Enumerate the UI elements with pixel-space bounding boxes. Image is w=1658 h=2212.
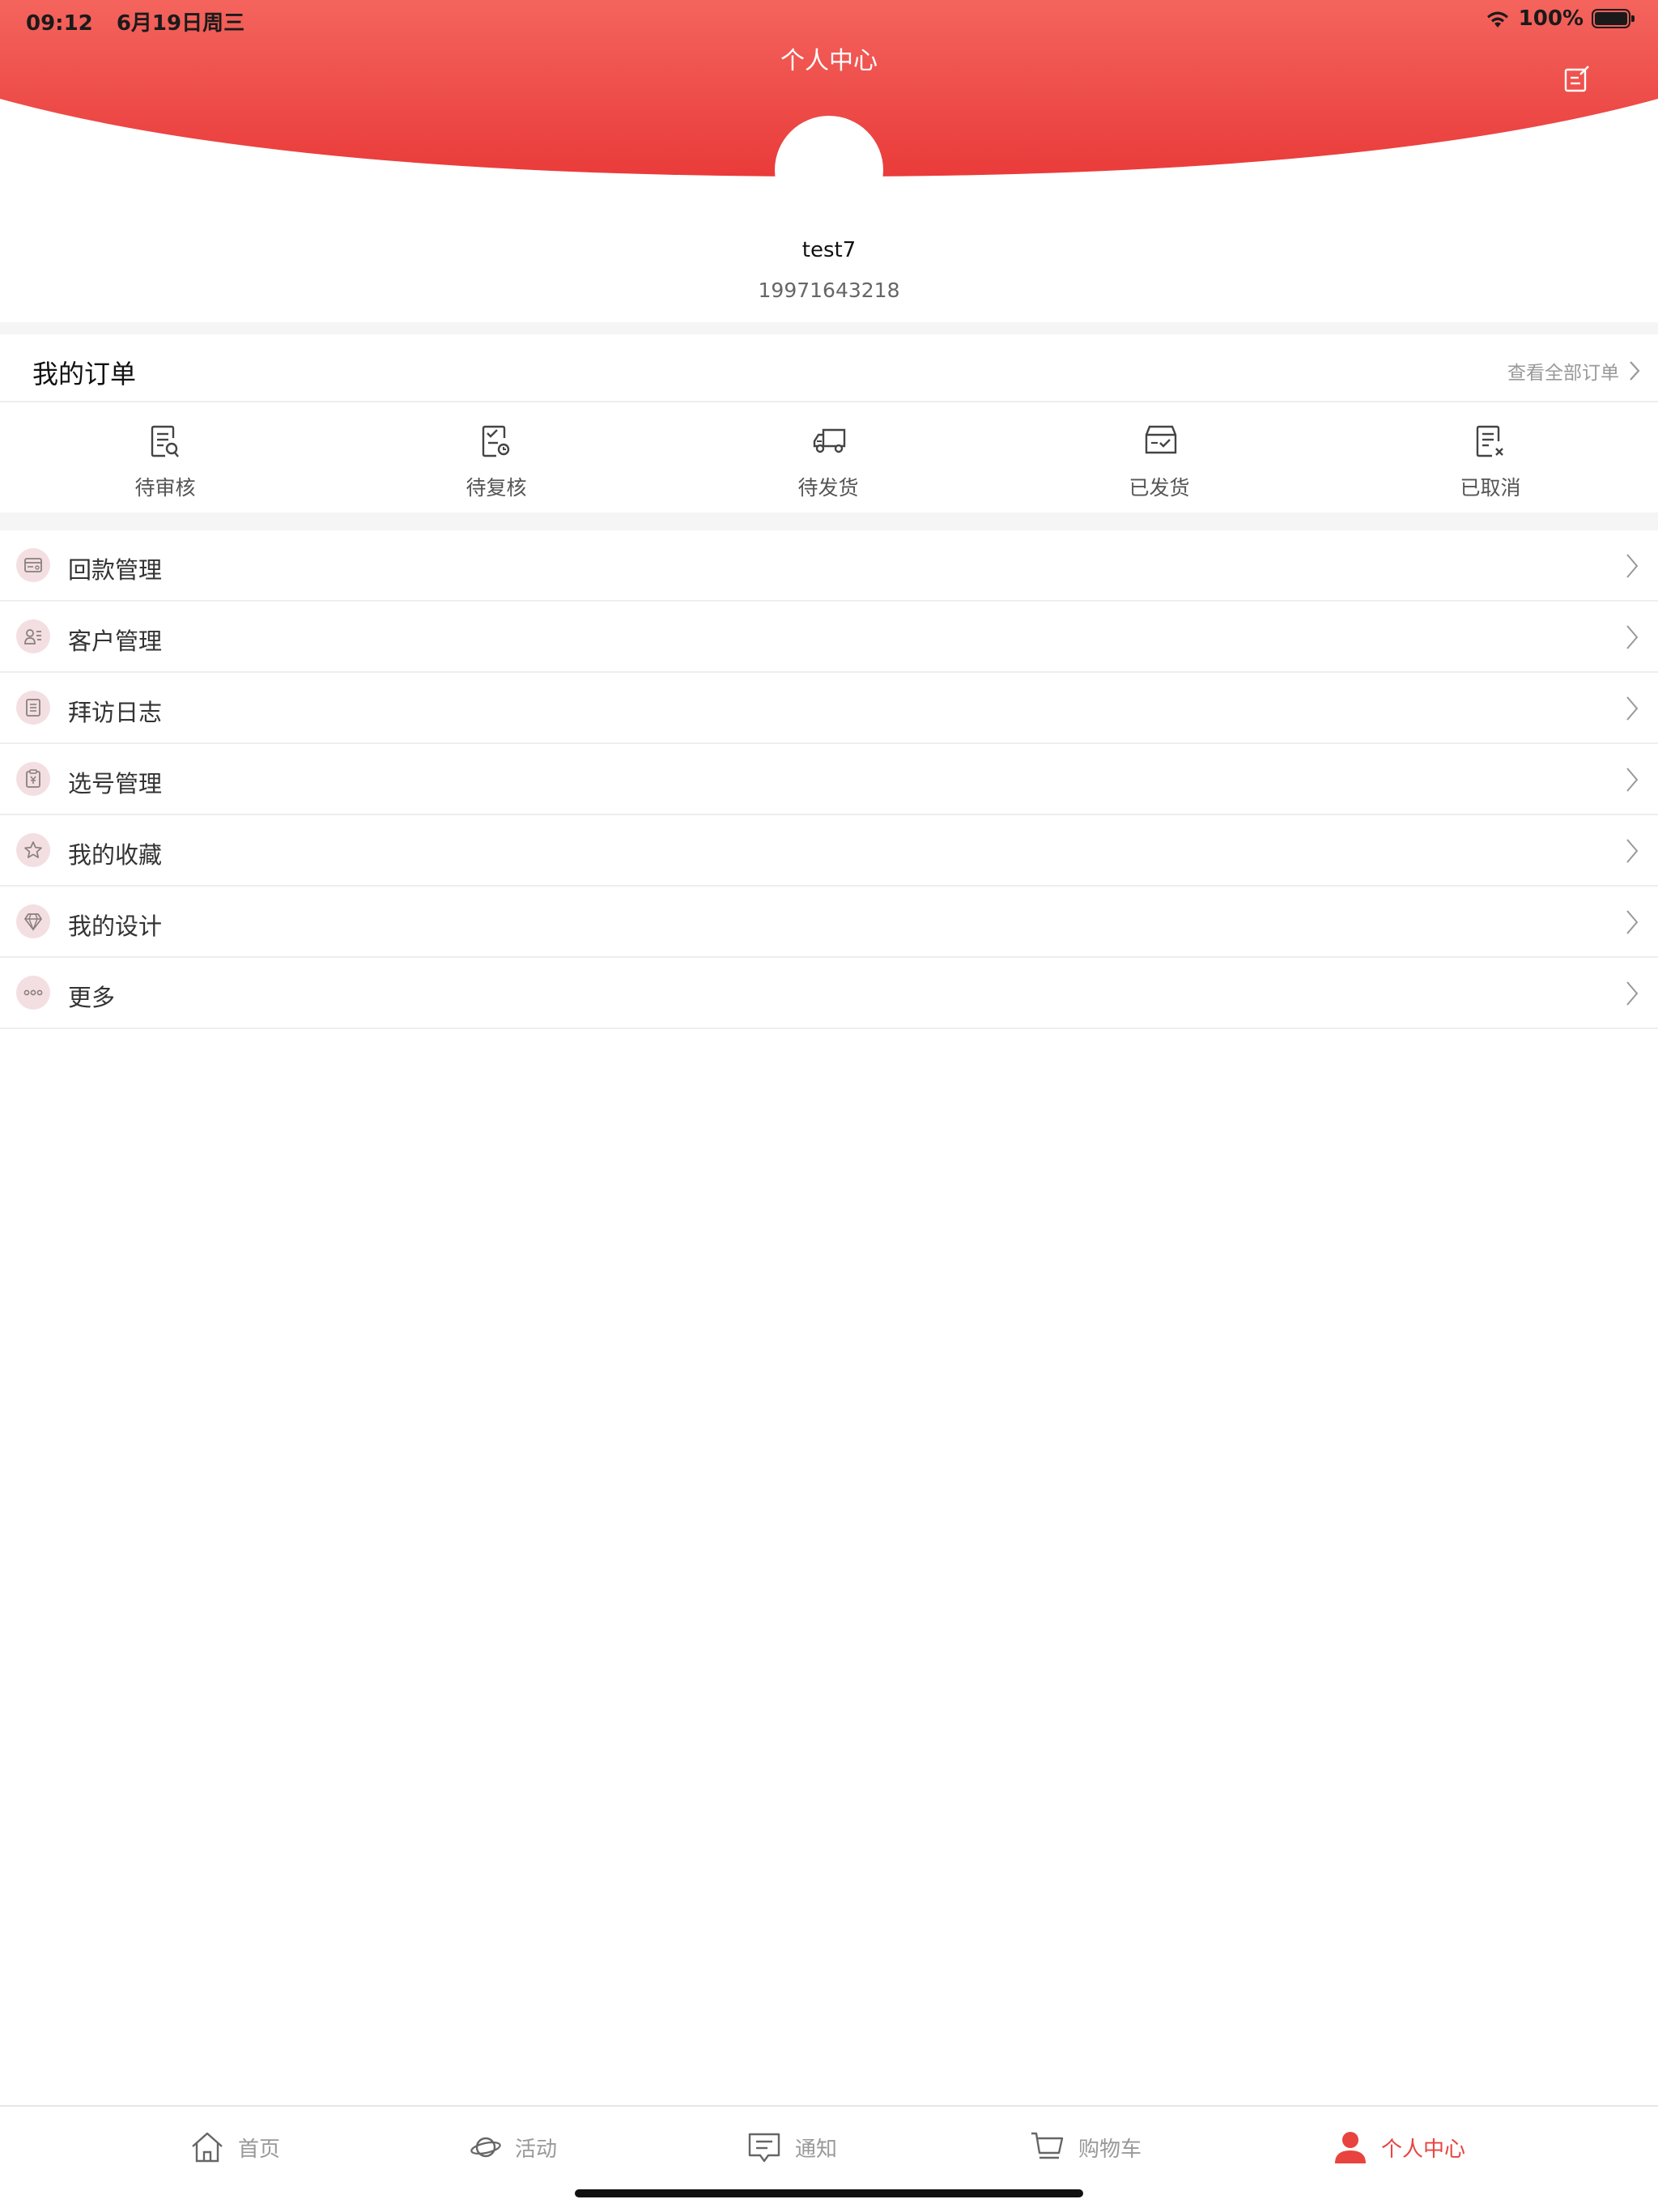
menu-item-label: 拜访日志 bbox=[68, 699, 163, 726]
tab-label: 活动 bbox=[515, 2137, 558, 2162]
menu-item-favorites[interactable]: 我的收藏 bbox=[0, 815, 1658, 887]
menu-item-label: 回款管理 bbox=[68, 556, 163, 584]
menu-item-designs[interactable]: 我的设计 bbox=[0, 887, 1658, 958]
planet-icon bbox=[470, 2137, 501, 2158]
tab-activity[interactable]: 活动 bbox=[470, 2107, 557, 2188]
orders-header: 我的订单 查看全部订单 bbox=[0, 334, 1658, 402]
view-all-label: 查看全部订单 bbox=[1507, 363, 1619, 384]
menu-item-label: 更多 bbox=[68, 984, 116, 1011]
menu-item-customers[interactable]: 客户管理 bbox=[0, 602, 1658, 673]
pending-recheck-icon bbox=[482, 425, 510, 457]
order-status-pending-review[interactable]: 待审核 bbox=[44, 402, 287, 513]
tab-label: 购物车 bbox=[1078, 2137, 1142, 2162]
number-tag-icon bbox=[16, 762, 50, 796]
view-all-orders-link[interactable]: 查看全部订单 bbox=[1507, 357, 1640, 385]
chevron-right-icon bbox=[1626, 696, 1639, 721]
username: test7 bbox=[801, 238, 857, 262]
chevron-right-icon bbox=[1626, 768, 1639, 792]
chevron-right-icon bbox=[1626, 910, 1639, 934]
order-status-pending-shipment[interactable]: 待发货 bbox=[707, 402, 950, 513]
chevron-right-icon bbox=[1626, 981, 1639, 1006]
status-date: 6月19日周三 bbox=[116, 11, 245, 36]
pending-review-icon bbox=[151, 425, 179, 457]
order-status-label: 已发货 bbox=[1129, 476, 1190, 500]
person-icon bbox=[1335, 2132, 1366, 2163]
truck-icon bbox=[813, 428, 846, 453]
profile-page: 09:12 6月19日周三 100% 个人中心 test7 1997164321… bbox=[0, 0, 1658, 2212]
menu-item-label: 选号管理 bbox=[68, 770, 163, 798]
status-left: 09:12 6月19日周三 bbox=[26, 6, 261, 36]
more-dots-icon bbox=[16, 976, 50, 1010]
order-status-label: 待审核 bbox=[134, 476, 196, 500]
order-status-label: 已取消 bbox=[1460, 476, 1521, 500]
shipped-box-icon bbox=[1145, 425, 1177, 454]
menu-item-label: 我的收藏 bbox=[68, 841, 163, 869]
status-time: 09:12 bbox=[26, 11, 93, 36]
log-list-icon bbox=[16, 691, 50, 725]
chevron-right-icon bbox=[1626, 625, 1639, 649]
payment-card-icon bbox=[16, 548, 50, 582]
order-status-label: 待复核 bbox=[466, 476, 527, 500]
chevron-right-icon bbox=[1626, 554, 1639, 578]
order-status-shipped[interactable]: 已发货 bbox=[1038, 402, 1281, 513]
tab-profile[interactable]: 个人中心 bbox=[1333, 2107, 1465, 2188]
battery-icon bbox=[1592, 9, 1635, 28]
message-icon bbox=[748, 2133, 780, 2163]
order-status-pending-recheck[interactable]: 待复核 bbox=[375, 402, 618, 513]
section-divider bbox=[0, 322, 1658, 334]
cart-icon bbox=[1031, 2132, 1064, 2159]
home-indicator bbox=[575, 2189, 1083, 2197]
orders-title: 我的订单 bbox=[32, 359, 137, 389]
chevron-right-icon bbox=[1626, 839, 1639, 863]
wifi-icon bbox=[1486, 11, 1508, 28]
avatar[interactable] bbox=[775, 116, 883, 224]
customer-card-icon bbox=[16, 619, 50, 653]
battery-percent: 100% bbox=[1518, 6, 1584, 31]
section-divider bbox=[0, 513, 1658, 530]
cancelled-doc-icon bbox=[1476, 425, 1503, 457]
phone-number: 19971643218 bbox=[758, 279, 900, 302]
order-status-row: 待审核 待复核 待发货 已发货 已取消 bbox=[0, 402, 1658, 513]
menu-item-visit-log[interactable]: 拜访日志 bbox=[0, 673, 1658, 744]
menu-item-label: 客户管理 bbox=[68, 627, 163, 655]
chevron-right-icon bbox=[1630, 361, 1640, 381]
edit-icon[interactable] bbox=[1562, 65, 1592, 94]
status-bar: 09:12 6月19日周三 100% bbox=[0, 0, 1658, 39]
star-icon bbox=[16, 833, 50, 867]
tab-label: 首页 bbox=[238, 2137, 281, 2162]
page-title: 个人中心 bbox=[780, 47, 878, 75]
home-icon bbox=[192, 2132, 223, 2163]
tab-label: 个人中心 bbox=[1381, 2137, 1466, 2162]
menu-list: 回款管理 客户管理 拜访日志 选号管理 我的收藏 我的设计 更多 bbox=[0, 530, 1658, 1029]
tab-cart[interactable]: 购物车 bbox=[1030, 2107, 1141, 2188]
diamond-icon bbox=[16, 904, 50, 938]
order-status-label: 待发货 bbox=[797, 476, 859, 500]
tab-notifications[interactable]: 通知 bbox=[746, 2107, 837, 2188]
status-right: 100% bbox=[1485, 6, 1635, 31]
tab-home[interactable]: 首页 bbox=[189, 2107, 280, 2188]
menu-item-label: 我的设计 bbox=[68, 912, 163, 940]
order-status-cancelled[interactable]: 已取消 bbox=[1369, 402, 1612, 513]
menu-item-more[interactable]: 更多 bbox=[0, 958, 1658, 1029]
tab-label: 通知 bbox=[795, 2137, 838, 2162]
menu-item-payment[interactable]: 回款管理 bbox=[0, 530, 1658, 602]
menu-item-number-selection[interactable]: 选号管理 bbox=[0, 744, 1658, 815]
